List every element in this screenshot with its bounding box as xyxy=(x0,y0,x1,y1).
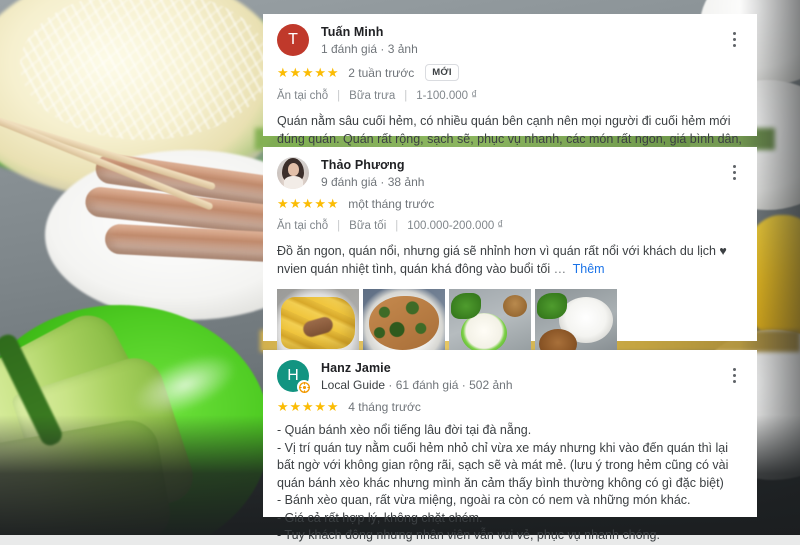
more-options-icon[interactable] xyxy=(725,28,743,50)
reviewer-counts: · 61 đánh giá · 502 ảnh xyxy=(388,378,513,392)
review-card: H Hanz Jamie Local Guide · 61 đánh giá ·… xyxy=(263,350,757,542)
rating-row: ★★★★★ 2 tuần trước MỚI xyxy=(277,64,743,81)
reviewer-stats: Local Guide · 61 đánh giá · 502 ảnh xyxy=(321,377,743,394)
review-text-line: - Tuy khách đông nhưng nhân viên vẫn vui… xyxy=(277,528,660,542)
avatar[interactable]: T xyxy=(277,24,309,56)
review-body: Đồ ăn ngon, quán nổi, nhưng giá sẽ nhỉnh… xyxy=(277,243,743,278)
reviewer-identity: Thảo Phương 9 đánh giá · 38 ảnh xyxy=(321,157,743,191)
avatar-initial: H xyxy=(287,367,299,384)
avatar-initial: T xyxy=(288,31,298,48)
review-text-line: - Bánh xèo quan, rất vừa miệng, ngoài ra… xyxy=(277,493,691,507)
visit-details: Ăn tại chỗ | Bữa tối | 100.000-200.000 ₫ xyxy=(277,219,743,234)
visit-detail-item: 100.000-200.000 ₫ xyxy=(407,220,504,232)
review-header: H Hanz Jamie Local Guide · 61 đánh giá ·… xyxy=(277,360,743,394)
reviewer-name: Tuấn Minh xyxy=(321,25,384,39)
review-text-line: - Vị trí quán tuy nằm cuối hẻm nhỏ chỉ v… xyxy=(277,440,729,490)
review-timestamp: 2 tuần trước xyxy=(348,65,415,80)
review-card: Thảo Phương 9 đánh giá · 38 ảnh ★★★★★ mộ… xyxy=(263,147,757,363)
reviewer-stats: 9 đánh giá · 38 ảnh xyxy=(321,175,425,189)
avatar-body xyxy=(284,176,303,189)
thumbnail-detail xyxy=(451,293,481,319)
review-header: T Tuấn Minh 1 đánh giá · 3 ảnh xyxy=(277,24,743,58)
local-guide-badge-icon xyxy=(297,380,311,394)
review-header: Thảo Phương 9 đánh giá · 38 ảnh xyxy=(277,157,743,191)
detail-separator: | xyxy=(395,220,399,232)
star-rating-icon: ★★★★★ xyxy=(277,196,340,211)
star-rating-icon: ★★★★★ xyxy=(277,399,340,414)
more-options-icon[interactable] xyxy=(725,364,743,386)
detail-separator: | xyxy=(337,90,341,102)
detail-separator: | xyxy=(337,220,341,232)
review-timestamp: 4 tháng trước xyxy=(348,400,421,414)
review-body: - Quán bánh xèo nổi tiếng lâu đời tại đà… xyxy=(277,422,743,545)
reviewer-identity: Tuấn Minh 1 đánh giá · 3 ảnh xyxy=(321,24,743,58)
rating-row: ★★★★★ 4 tháng trước xyxy=(277,399,743,415)
reviewer-stats: 1 đánh giá · 3 ảnh xyxy=(321,42,418,56)
reviewer-identity: Hanz Jamie Local Guide · 61 đánh giá · 5… xyxy=(321,360,743,394)
new-badge: MỚI xyxy=(425,64,459,81)
detail-separator: | xyxy=(404,90,408,102)
visit-detail-item: 1-100.000 ₫ xyxy=(416,90,478,102)
review-card: T Tuấn Minh 1 đánh giá · 3 ảnh ★★★★★ 2 t… xyxy=(263,14,757,163)
show-more-link[interactable]: Thêm xyxy=(573,262,605,276)
more-options-icon[interactable] xyxy=(725,161,743,183)
avatar[interactable] xyxy=(277,157,309,189)
avatar-face xyxy=(288,163,299,176)
visit-detail-item: Ăn tại chỗ xyxy=(277,220,329,232)
visit-detail-item: Bữa trưa xyxy=(349,90,396,102)
visit-detail-item: Ăn tại chỗ xyxy=(277,90,329,102)
screenshot-root: T Tuấn Minh 1 đánh giá · 3 ảnh ★★★★★ 2 t… xyxy=(0,0,800,545)
rating-row: ★★★★★ một tháng trước xyxy=(277,196,743,212)
avatar[interactable]: H xyxy=(277,360,311,394)
visit-detail-item: Bữa tối xyxy=(349,220,387,232)
review-ellipsis: … xyxy=(553,261,567,276)
thumbnail-detail xyxy=(537,293,567,319)
review-text-line: - Quán bánh xèo nổi tiếng lâu đời tại đà… xyxy=(277,423,532,437)
review-text-line: - Giá cả rất hợp lý, không chặt chém. xyxy=(277,510,483,525)
reviewer-name: Hanz Jamie xyxy=(321,361,391,375)
star-rating-icon: ★★★★★ xyxy=(277,64,340,80)
review-timestamp: một tháng trước xyxy=(348,197,435,211)
review-text: Đồ ăn ngon, quán nổi, nhưng giá sẽ nhỉnh… xyxy=(277,244,727,276)
reviewer-name: Thảo Phương xyxy=(321,158,405,172)
local-guide-label: Local Guide xyxy=(321,378,386,392)
visit-details: Ăn tại chỗ | Bữa trưa | 1-100.000 ₫ xyxy=(277,89,743,104)
